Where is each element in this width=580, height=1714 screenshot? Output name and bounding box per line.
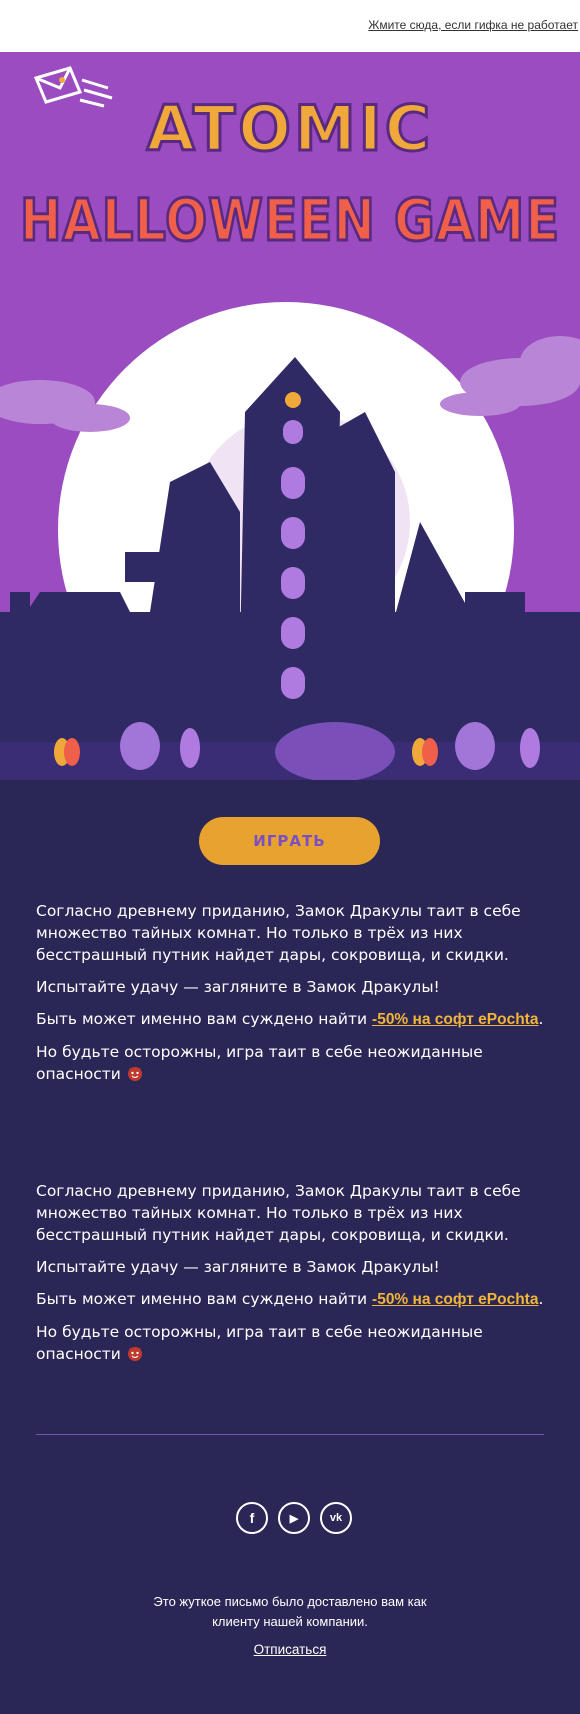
text-block-2: Согласно древнему приданию, Замок Дракул… [36, 1180, 556, 1375]
warning-text: Но будьте осторожны, игра таит в себе не… [36, 1323, 483, 1363]
hero-illustration: ATOMIC HALLOWEEN GAME [0, 66, 580, 780]
legend-paragraph: Согласно древнему приданию, Замок Дракул… [36, 1182, 521, 1244]
discount-link[interactable]: -50% на софт ePochta [372, 1291, 538, 1308]
email-body: ИГРАТЬ Согласно древнему приданию, Замок… [0, 780, 580, 1714]
legend-paragraph: Согласно древнему приданию, Замок Дракул… [36, 902, 521, 964]
hero-banner: ATOMIC HALLOWEEN GAME [0, 52, 580, 780]
warning-paragraph: Но будьте осторожны, игра таит в себе не… [36, 1041, 556, 1085]
footer-line-2: клиенту нашей компании. [212, 1614, 368, 1629]
footer-note: Это жуткое письмо было доставлено вам ка… [0, 1592, 580, 1632]
discount-prefix: Быть может именно вам суждено найти [36, 1290, 373, 1308]
discount-link[interactable]: -50% на софт ePochta [372, 1011, 538, 1028]
youtube-icon[interactable]: ▶ [278, 1502, 310, 1534]
discount-paragraph: Быть может именно вам суждено найти -50%… [36, 1288, 556, 1311]
try-luck-paragraph: Испытайте удачу — загляните в Замок Драк… [36, 978, 440, 996]
divider [36, 1434, 544, 1435]
try-luck-paragraph: Испытайте удачу — загляните в Замок Драк… [36, 1258, 440, 1276]
hero-title-line1: ATOMIC [147, 92, 433, 165]
warning-paragraph: Но будьте осторожны, игра таит в себе не… [36, 1321, 556, 1365]
devil-emoji-icon [127, 1067, 142, 1081]
top-bar: Жмите сюда, если гифка не работает [0, 0, 580, 52]
devil-emoji-icon [127, 1347, 142, 1361]
unsubscribe-link[interactable]: Отписаться [0, 1642, 580, 1657]
warning-text: Но будьте осторожны, игра таит в себе не… [36, 1043, 483, 1083]
footer-line-1: Это жуткое письмо было доставлено вам ка… [153, 1594, 427, 1609]
facebook-icon[interactable]: f [236, 1502, 268, 1534]
discount-suffix: . [538, 1290, 544, 1308]
play-button[interactable]: ИГРАТЬ [199, 817, 380, 865]
vk-icon[interactable]: vk [320, 1502, 352, 1534]
logo-icon [33, 66, 113, 108]
hero-title-line2: HALLOWEEN GAME [20, 186, 560, 254]
discount-prefix: Быть может именно вам суждено найти [36, 1010, 373, 1028]
text-block-1: Согласно древнему приданию, Замок Дракул… [36, 900, 556, 1095]
discount-paragraph: Быть может именно вам суждено найти -50%… [36, 1008, 556, 1031]
gif-fallback-link[interactable]: Жмите сюда, если гифка не работает [368, 18, 578, 32]
social-links: f ▶ vk [236, 1502, 352, 1534]
discount-suffix: . [538, 1010, 544, 1028]
